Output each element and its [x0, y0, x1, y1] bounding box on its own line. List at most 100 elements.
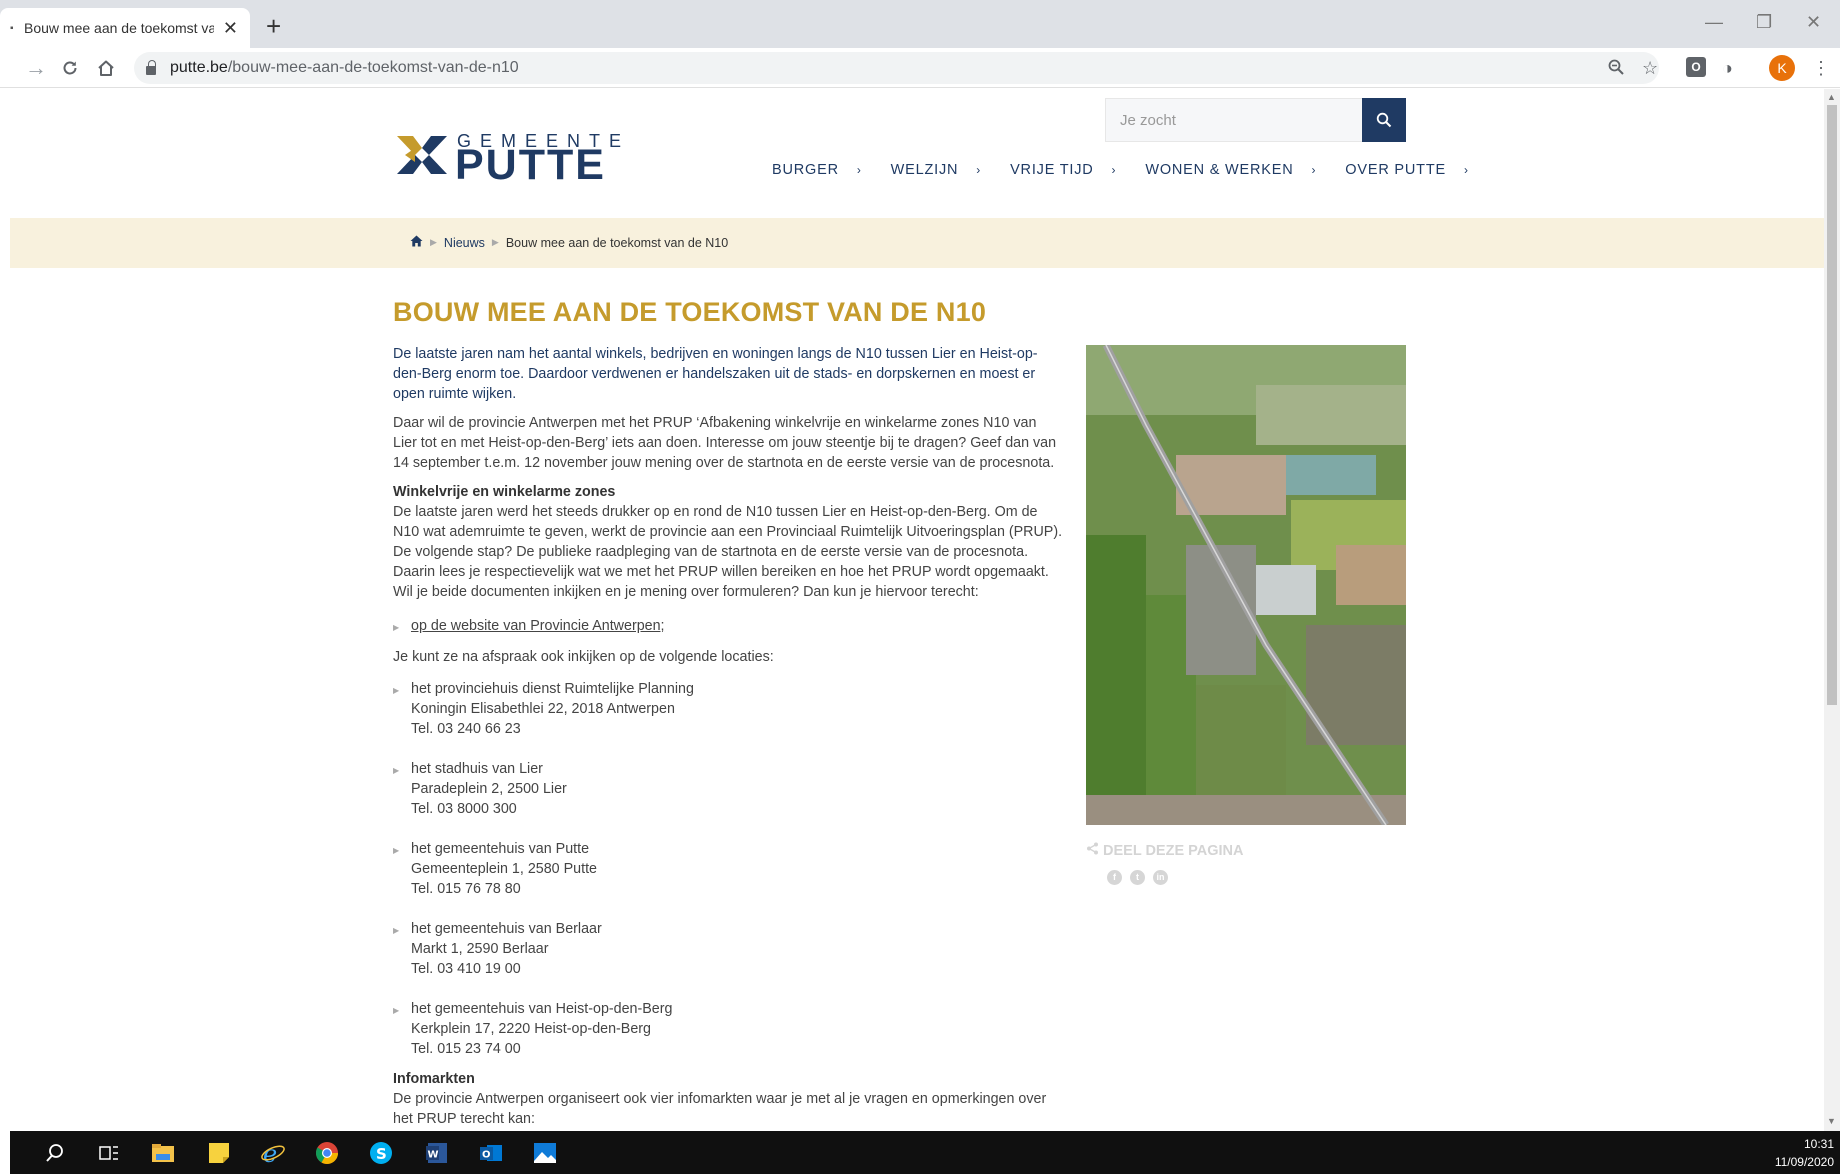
restore-button[interactable]: ❐ — [1756, 12, 1772, 32]
system-clock[interactable]: 10:31 11/09/2020 — [1775, 1135, 1834, 1171]
location-item: ▶ het provinciehuis dienst Ruimtelijke P… — [393, 679, 1063, 739]
zoom-icon[interactable] — [1607, 58, 1625, 80]
location-address: Paradeplein 2, 2500 Lier — [411, 781, 567, 797]
location-name: het stadhuis van Lier — [411, 761, 543, 777]
browser-tab[interactable]: ▪ Bouw mee aan de toekomst van de N10 ✕ — [0, 8, 250, 48]
bullet-icon: ▶ — [393, 1006, 400, 1015]
search-icon — [1376, 112, 1392, 128]
location-item: ▶ het gemeentehuis van Heist-op-den-Berg… — [393, 999, 1063, 1059]
bullet-icon: ▶ — [393, 623, 400, 632]
nav-item-vrije-tijd[interactable]: VRIJE TIJD › — [1010, 162, 1116, 178]
list-item: ▶ op de website van Provincie Antwerpen; — [393, 616, 1063, 638]
reload-icon[interactable] — [56, 54, 84, 82]
file-explorer-icon[interactable] — [150, 1140, 176, 1166]
location-tel: Tel. 015 76 78 80 — [411, 881, 521, 897]
location-name: het gemeentehuis van Heist-op-den-Berg — [411, 1001, 673, 1017]
page-title: BOUW MEE AAN DE TOEKOMST VAN DE N10 — [393, 297, 987, 327]
browser-tab-bar: ▪ Bouw mee aan de toekomst van de N10 ✕ … — [0, 0, 1840, 48]
site-search-button[interactable] — [1362, 98, 1406, 142]
article-lead: De laatste jaren nam het aantal winkels,… — [393, 346, 1038, 402]
word-icon[interactable]: W — [424, 1140, 450, 1166]
bullet-icon: ▶ — [393, 926, 400, 935]
share-icon — [1086, 842, 1099, 859]
location-address: Koningin Elisabethlei 22, 2018 Antwerpen — [411, 701, 675, 717]
location-name: het gemeentehuis van Putte — [411, 841, 590, 857]
photos-icon[interactable] — [532, 1140, 558, 1166]
locations-intro: Je kunt ze na afspraak ook inkijken op d… — [393, 649, 774, 665]
location-address: Markt 1, 2590 Berlaar — [411, 941, 549, 957]
site-search-input[interactable] — [1120, 111, 1350, 129]
bookmark-star-icon[interactable]: ☆ — [1642, 58, 1658, 78]
breadcrumb-separator-icon: ▶ — [491, 237, 499, 247]
scrollbar-thumb[interactable] — [1827, 105, 1837, 705]
url-text: putte.be/bouw-mee-aan-de-toekomst-van-de… — [170, 59, 519, 76]
search-icon[interactable] — [42, 1140, 68, 1166]
provincie-website-link[interactable]: op de website van Provincie Antwerpen; — [411, 616, 665, 638]
chevron-right-icon: › — [1463, 163, 1469, 177]
site-search-box — [1105, 98, 1363, 142]
facebook-icon[interactable]: f — [1107, 870, 1122, 885]
extension-circle-icon[interactable]: ◑ — [1722, 58, 1733, 78]
browser-toolbar: → putte.be/bouw-mee-aan-de-toekomst-van-… — [0, 48, 1840, 88]
section-heading-infomarkten: Infomarkten — [393, 1071, 475, 1087]
chevron-right-icon: › — [1111, 163, 1117, 177]
linkedin-icon[interactable]: in — [1153, 870, 1168, 885]
article-body: De laatste jaren nam het aantal winkels,… — [393, 344, 1063, 1138]
chevron-right-icon: › — [856, 163, 862, 177]
breadcrumb-current: Bouw mee aan de toekomst van de N10 — [505, 235, 729, 250]
new-tab-button[interactable]: + — [266, 12, 281, 40]
skype-icon[interactable]: S — [368, 1140, 394, 1166]
location-name: het gemeentehuis van Berlaar — [411, 921, 602, 937]
location-address: Kerkplein 17, 2220 Heist-op-den-Berg — [411, 1021, 652, 1037]
internet-explorer-icon[interactable]: e — [260, 1140, 286, 1168]
gemeente-putte-logo[interactable]: GEMEENTE PUTTE — [395, 128, 630, 187]
breadcrumb-bar: ▶ Nieuws ▶ Bouw mee aan de toekomst van … — [10, 218, 1824, 268]
location-address: Gemeenteplein 1, 2580 Putte — [411, 861, 597, 877]
scroll-down-icon[interactable]: ▼ — [1827, 1116, 1836, 1126]
windows-taskbar: e S W O 10:31 11/09/2020 — [10, 1131, 1840, 1174]
nav-item-welzijn[interactable]: WELZIJN › — [891, 162, 981, 178]
forward-icon[interactable]: → — [22, 54, 50, 82]
location-item: ▶ het stadhuis van Lier Paradeplein 2, 2… — [393, 759, 1063, 819]
home-icon[interactable] — [92, 54, 120, 82]
location-tel: Tel. 03 410 19 00 — [411, 961, 521, 977]
extension-o-icon[interactable]: O — [1686, 57, 1706, 77]
location-tel: Tel. 015 23 74 00 — [411, 1041, 521, 1057]
address-bar[interactable]: putte.be/bouw-mee-aan-de-toekomst-van-de… — [134, 52, 1659, 84]
svg-text:S: S — [376, 1145, 387, 1163]
article-intro: Daar wil de provincie Antwerpen met het … — [393, 415, 1057, 471]
aerial-photo-n10 — [1086, 345, 1406, 825]
minimize-button[interactable]: — — [1705, 12, 1723, 32]
home-icon[interactable] — [410, 235, 423, 250]
nav-item-burger[interactable]: BURGER › — [772, 162, 862, 178]
profile-avatar[interactable]: K — [1769, 55, 1795, 81]
location-tel: Tel. 03 240 66 23 — [411, 721, 521, 737]
task-view-icon[interactable] — [96, 1140, 122, 1166]
section-body-zones: De laatste jaren werd het steeds drukker… — [393, 504, 1063, 600]
section-body-infomarkten: De provincie Antwerpen organiseert ook v… — [393, 1091, 1047, 1127]
nav-item-wonen-werken[interactable]: WONEN & WERKEN › — [1145, 162, 1316, 178]
bullet-icon: ▶ — [393, 846, 400, 855]
outlook-icon[interactable]: O — [478, 1140, 504, 1166]
menu-icon[interactable]: ⋮ — [1812, 58, 1830, 78]
sticky-notes-icon[interactable] — [206, 1140, 232, 1166]
chrome-icon[interactable] — [314, 1140, 340, 1166]
bullet-icon: ▶ — [393, 766, 400, 775]
window-close-button[interactable]: ✕ — [1806, 12, 1821, 32]
location-name: het provinciehuis dienst Ruimtelijke Pla… — [411, 681, 694, 697]
nav-item-over-putte[interactable]: OVER PUTTE › — [1345, 162, 1468, 178]
putte-emblem-icon — [397, 136, 447, 174]
tab-close-icon[interactable]: ✕ — [223, 19, 238, 37]
breadcrumb-separator-icon: ▶ — [430, 237, 437, 247]
svg-text:W: W — [428, 1150, 439, 1161]
chevron-right-icon: › — [976, 163, 982, 177]
share-page-label: DEEL DEZE PAGINA — [1086, 842, 1243, 859]
tab-favicon-icon: ▪ — [10, 22, 14, 34]
tab-title: Bouw mee aan de toekomst van de N10 — [24, 20, 214, 36]
chevron-right-icon: › — [1311, 163, 1317, 177]
lock-icon — [146, 59, 156, 75]
twitter-icon[interactable]: t — [1130, 870, 1145, 885]
breadcrumb-link-nieuws[interactable]: Nieuws — [444, 236, 485, 250]
bullet-icon: ▶ — [393, 686, 400, 695]
scroll-up-icon[interactable]: ▲ — [1827, 92, 1836, 102]
